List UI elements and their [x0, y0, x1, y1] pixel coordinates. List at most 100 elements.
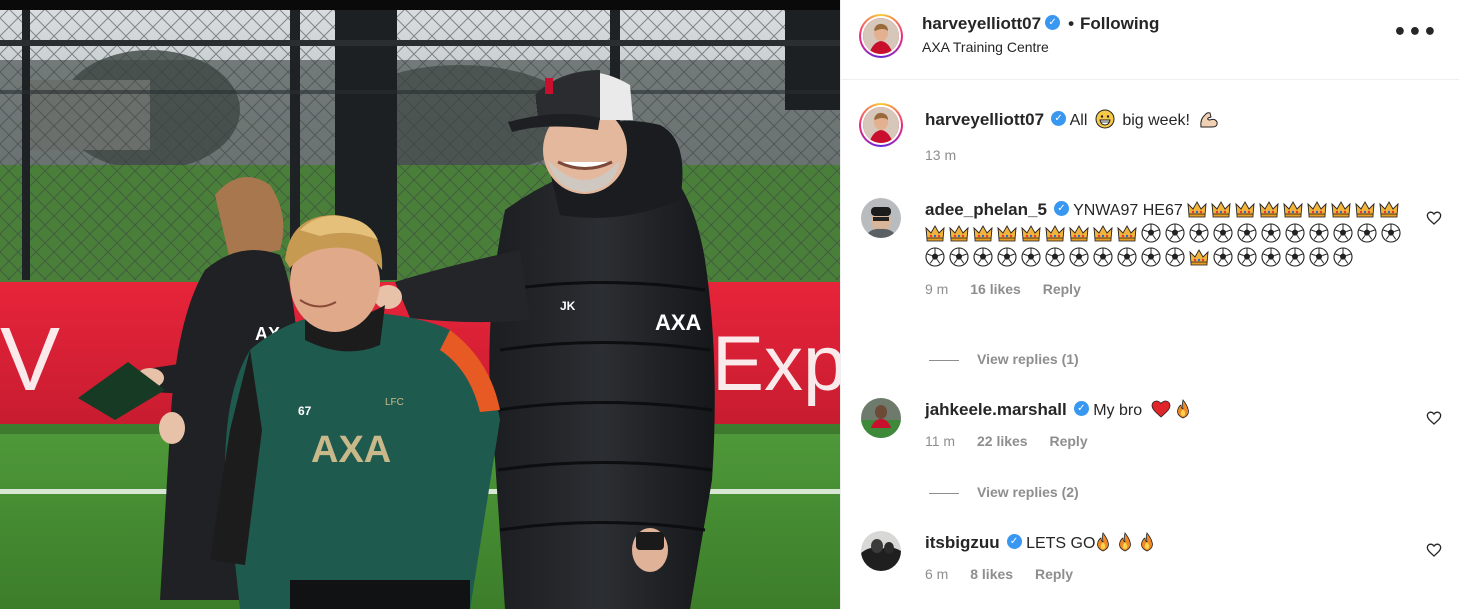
caption-text-after: big week!: [1122, 112, 1190, 129]
comment-1: adee_phelan_5 ✓ YNWA97 HE67 9 m 16 likes …: [925, 198, 1415, 297]
verified-badge-icon: ✓: [1051, 111, 1067, 127]
header-line: harveyelliott07 ✓ • Following: [922, 14, 1159, 34]
crown-icon: [1307, 201, 1327, 218]
comment-body: LETS GO: [1026, 535, 1096, 552]
soccer-ball-icon: [1333, 247, 1353, 267]
soccer-ball-icon: [1165, 247, 1185, 267]
crown-icon: [1187, 201, 1207, 218]
red-heart-icon: [1151, 400, 1170, 418]
caption-text-before: All: [1069, 112, 1088, 129]
crown-icon: [1259, 201, 1279, 218]
soccer-ball-icon: [1261, 223, 1281, 243]
verified-badge-icon: ✓: [1053, 201, 1069, 217]
comment-avatar[interactable]: [861, 398, 901, 438]
soccer-ball-icon: [1381, 223, 1401, 243]
comment-time: 9 m: [925, 281, 949, 297]
caption-username[interactable]: harveyelliott07: [925, 110, 1044, 129]
soccer-ball-icon: [1285, 223, 1305, 243]
comment-likes[interactable]: 16 likes: [970, 281, 1021, 297]
soccer-ball-icon: [1309, 223, 1329, 243]
like-heart-icon[interactable]: [1426, 542, 1442, 558]
like-heart-icon[interactable]: [1426, 410, 1442, 426]
comment-3: itsbigzuu ✓ LETS GO 6 m 8 likes Reply: [925, 531, 1415, 582]
soccer-ball-icon: [1189, 223, 1209, 243]
soccer-ball-icon: [949, 247, 969, 267]
caption-meta: 13 m: [925, 147, 1415, 163]
crown-icon: [1069, 225, 1089, 242]
soccer-ball-icon: [1237, 223, 1257, 243]
comment-body: YNWA97 HE67: [1073, 202, 1183, 219]
soccer-ball-icon: [1333, 223, 1353, 243]
crown-icon: [1117, 225, 1137, 242]
comment-2: jahkeele.marshall ✓ My bro 11 m 22 likes …: [925, 398, 1415, 449]
author-username[interactable]: harveyelliott07: [922, 14, 1041, 33]
caption: harveyelliott07 ✓ All big week! 13 m: [925, 108, 1415, 163]
view-replies-label: View replies (2): [977, 484, 1079, 500]
crown-icon: [1189, 249, 1209, 266]
svg-text:AXA: AXA: [311, 429, 391, 471]
crown-icon: [1211, 201, 1231, 218]
crown-icon: [1355, 201, 1375, 218]
separator-dot: •: [1068, 14, 1075, 33]
soccer-ball-icon: [1285, 247, 1305, 267]
avatar-photo-icon: [861, 398, 901, 438]
verified-badge-icon: ✓: [1073, 401, 1089, 417]
reply-line: [929, 492, 959, 494]
soccer-ball-icon: [1069, 247, 1089, 267]
avatar-photo-icon: [861, 198, 901, 238]
soccer-ball-icon: [973, 247, 993, 267]
soccer-ball-icon: [1213, 247, 1233, 267]
view-replies-button[interactable]: View replies (1): [929, 351, 1079, 367]
reply-button[interactable]: Reply: [1035, 566, 1073, 582]
fire-icon: [1141, 532, 1154, 552]
svg-text:LFC: LFC: [385, 397, 404, 408]
location-link[interactable]: AXA Training Centre: [922, 39, 1049, 55]
comment-likes[interactable]: 22 likes: [977, 433, 1028, 449]
reply-line: [929, 359, 959, 361]
soccer-ball-icon: [1237, 247, 1257, 267]
soccer-ball-icon: [1021, 247, 1041, 267]
reply-button[interactable]: Reply: [1049, 433, 1087, 449]
comment-avatar[interactable]: [861, 531, 901, 571]
comment-text: adee_phelan_5 ✓ YNWA97 HE67: [925, 198, 1415, 271]
instagram-post-view: V Exp AXA JK AXA 67 LFC harveyelliott07 …: [0, 0, 1459, 609]
comment-meta: 9 m 16 likes Reply: [925, 281, 1415, 297]
author-avatar[interactable]: [859, 14, 903, 58]
flexed-biceps-icon: [1200, 112, 1218, 128]
comment-username[interactable]: jahkeele.marshall: [925, 400, 1067, 419]
crown-icon: [1045, 225, 1065, 242]
post-photo[interactable]: V Exp AXA JK AXA 67 LFC: [0, 0, 840, 609]
following-button[interactable]: Following: [1080, 14, 1159, 33]
view-replies-button[interactable]: View replies (2): [929, 484, 1079, 500]
soccer-ball-icon: [925, 247, 945, 267]
more-options-icon[interactable]: •••: [1393, 22, 1438, 44]
soccer-ball-icon: [1357, 223, 1377, 243]
comment-likes[interactable]: 8 likes: [970, 566, 1013, 582]
soccer-ball-icon: [1213, 223, 1233, 243]
fire-icon: [1119, 532, 1132, 552]
soccer-ball-icon: [1141, 223, 1161, 243]
avatar-photo-icon: [863, 107, 899, 143]
crown-icon: [1021, 225, 1041, 242]
comment-time: 6 m: [925, 566, 949, 582]
soccer-ball-icon: [1141, 247, 1161, 267]
avatar-photo-icon: [861, 531, 901, 571]
crown-icon: [1379, 201, 1399, 218]
comment-avatar[interactable]: [861, 198, 901, 238]
comment-username[interactable]: itsbigzuu: [925, 533, 1000, 552]
comment-meta: 11 m 22 likes Reply: [925, 433, 1415, 449]
comment-username[interactable]: adee_phelan_5: [925, 200, 1047, 219]
grinning-face-icon: [1095, 109, 1115, 129]
photo-illustration: V Exp AXA JK AXA 67 LFC: [0, 0, 840, 609]
caption-avatar[interactable]: [859, 103, 903, 147]
svg-text:V: V: [0, 310, 60, 410]
comment-text: itsbigzuu ✓ LETS GO: [925, 531, 1415, 556]
like-heart-icon[interactable]: [1426, 210, 1442, 226]
caption-time: 13 m: [925, 147, 957, 163]
reply-button[interactable]: Reply: [1043, 281, 1081, 297]
post-sidebar: harveyelliott07 ✓ • Following AXA Training …: [840, 0, 1459, 609]
avatar-photo-icon: [863, 18, 899, 54]
svg-text:AXA: AXA: [655, 310, 702, 335]
crown-icon: [1093, 225, 1113, 242]
soccer-ball-icon: [1117, 247, 1137, 267]
